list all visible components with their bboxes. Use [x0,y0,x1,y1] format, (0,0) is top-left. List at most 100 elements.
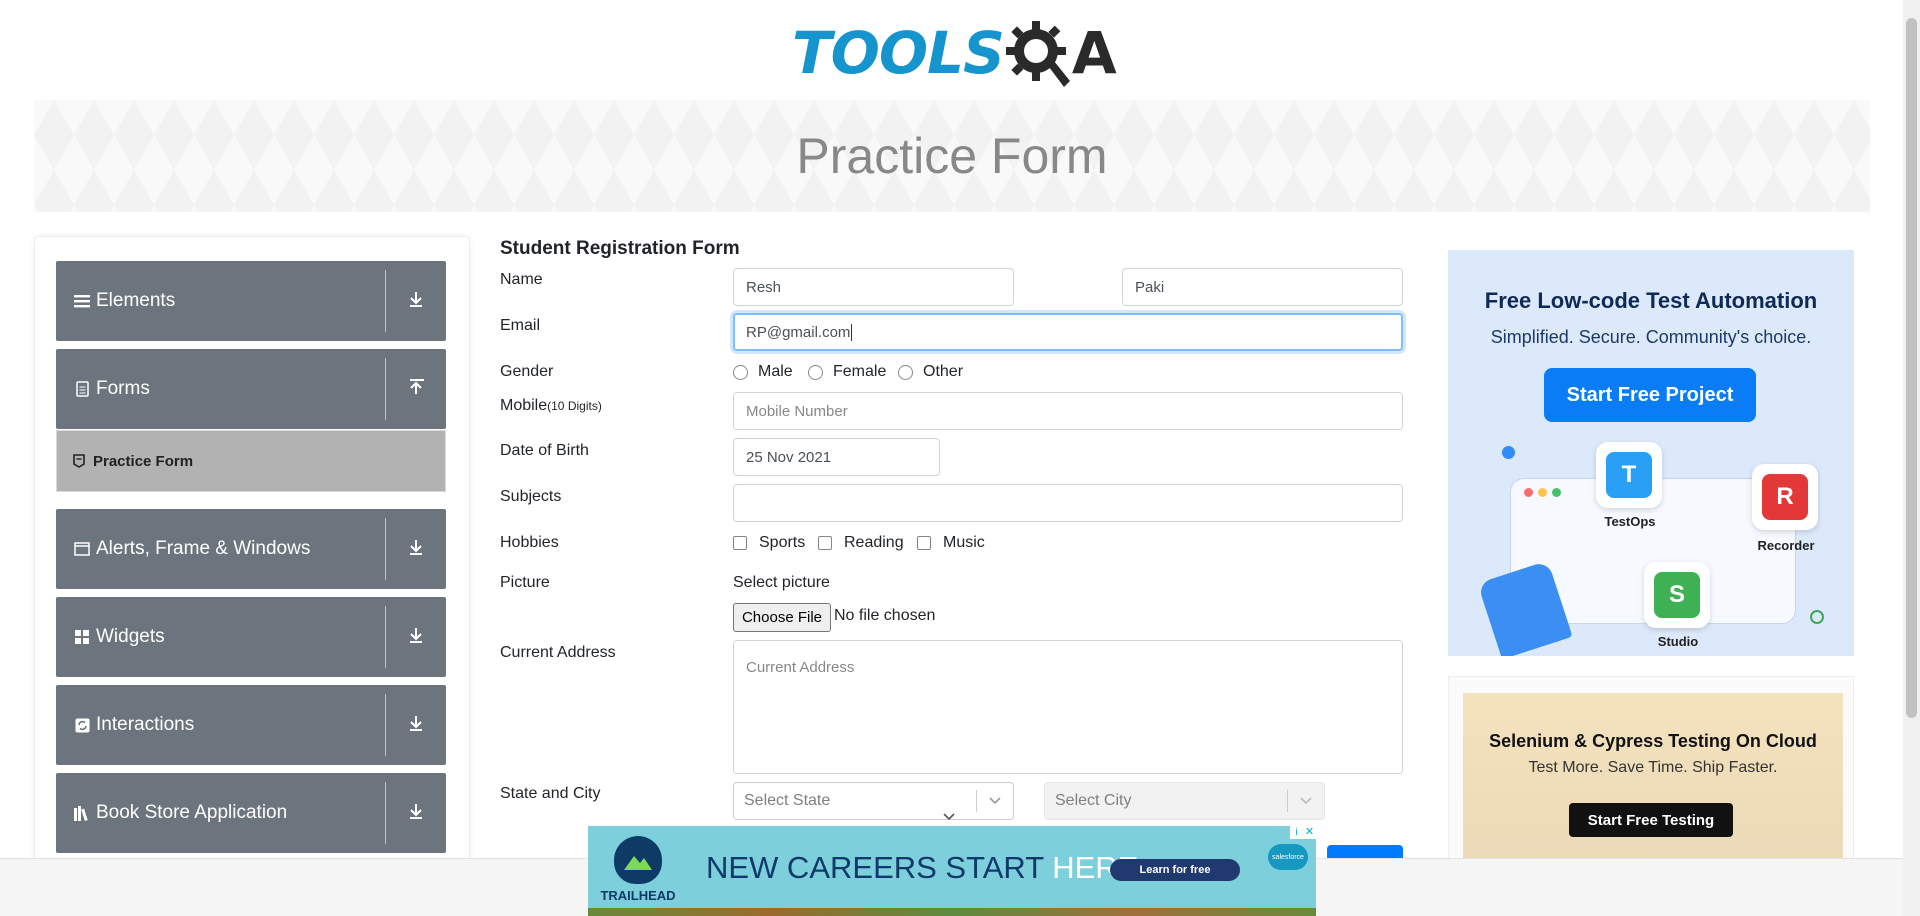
download-arrow-icon[interactable] [386,290,446,313]
testops-icon: T [1606,452,1652,498]
text-cursor [851,323,853,341]
gender-radio-male[interactable]: Male [733,363,793,381]
form-icon [71,453,87,469]
logo-tools-text: TOOLS [792,19,1005,87]
sidebar-group-label: Elements [96,290,176,311]
hobbies-label: Hobbies [500,534,559,551]
hobby-checkbox-reading[interactable]: Reading [818,534,904,552]
sidebar-item-label: Practice Form [93,452,194,470]
radio-label: Male [758,363,793,380]
checkbox-box[interactable] [818,536,832,550]
state-select[interactable]: Select State [733,782,1014,820]
start-free-testing-button[interactable]: Start Free Testing [1569,803,1733,837]
picture-label: Picture [500,574,550,591]
testops-label: TestOps [1604,514,1656,529]
divider [385,358,386,420]
email-input[interactable]: RP@gmail.com [733,313,1403,351]
scrollbar-thumb[interactable] [1906,18,1917,718]
refresh-icon [72,718,92,733]
current-address-label: Current Address [500,644,616,661]
sidebar-group-label: Book Store Application [96,802,288,823]
sidebar-group-forms[interactable]: Forms [56,349,446,429]
checkbox-label: Music [943,534,985,551]
download-arrow-icon[interactable] [386,714,446,737]
mountain-icon [624,856,652,870]
hobby-checkbox-sports[interactable]: Sports [733,534,805,552]
state-select-value: Select State [744,792,831,809]
download-arrow-icon[interactable] [386,626,446,649]
ad-info-icon[interactable]: i [1290,826,1303,839]
radio-circle[interactable] [808,364,823,380]
chevron-down-icon[interactable] [1288,794,1324,808]
chevron-down-icon[interactable] [977,794,1013,808]
recorder-icon: R [1762,474,1808,520]
checkbox-label: Reading [844,534,904,551]
toolsqa-logo[interactable]: TOOLS A [792,14,1117,92]
sidebar-item-practice-form[interactable]: Practice Form [56,430,446,492]
sidebar-group-widgets[interactable]: Widgets [56,597,446,677]
gender-radio-female[interactable]: Female [808,363,886,381]
subjects-input[interactable] [733,484,1403,522]
dob-label: Date of Birth [500,442,589,459]
city-select[interactable]: Select City [1044,782,1325,820]
page-scrollbar[interactable] [1903,0,1920,916]
dob-input[interactable]: 25 Nov 2021 [733,438,940,476]
radio-circle[interactable] [898,364,913,380]
subjects-label: Subjects [500,488,562,505]
ad-close-icon[interactable]: ✕ [1303,826,1316,839]
headline-part-1: NEW CAREERS START [706,850,1053,885]
learn-for-free-button[interactable]: Learn for free [1110,859,1240,881]
start-free-project-button[interactable]: Start Free Project [1544,368,1756,422]
sidebar-group-book-store[interactable]: Book Store Application [56,773,446,853]
studio-label: Studio [1657,634,1699,649]
last-name-input[interactable]: Paki [1122,268,1403,306]
books-icon [72,805,92,821]
mobile-input[interactable]: Mobile Number [733,392,1403,430]
sidebar-group-interactions[interactable]: Interactions [56,685,446,765]
first-name-input[interactable]: Resh [733,268,1014,306]
ad-green-ring [1810,610,1824,624]
bottom-ad-trailhead[interactable]: TRAILHEAD NEW CAREERS START HERE. Learn … [588,826,1316,916]
choose-file-button[interactable]: Choose File [733,603,831,632]
divider [385,694,386,756]
sidebar-group-label: Forms [96,378,150,399]
sidebar-group-alerts[interactable]: Alerts, Frame & Windows [56,509,446,589]
trailhead-brand: TRAILHEAD [600,888,676,903]
radio-circle[interactable] [733,364,748,380]
download-arrow-icon[interactable] [386,802,446,825]
city-select-value: Select City [1055,792,1132,809]
divider [385,606,386,668]
hamburger-icon [72,294,92,308]
sidebar-group-label: Alerts, Frame & Windows [96,538,311,559]
recorder-label: Recorder [1757,538,1815,553]
ad2-subtitle: Test More. Save Time. Ship Faster. [1528,759,1778,776]
sidebar-group-elements[interactable]: Elements [56,261,446,341]
gear-q-icon [1005,21,1070,87]
radio-label: Other [923,363,964,380]
radio-label: Female [833,363,887,380]
checkbox-box[interactable] [733,536,747,550]
right-ad-low-code[interactable]: Free Low-code Test Automation Simplified… [1448,250,1854,656]
submit-button[interactable] [1327,845,1403,859]
current-address-textarea[interactable]: Current Address [733,640,1403,774]
ad-blue-dot [1502,446,1515,459]
checkbox-box[interactable] [917,536,931,550]
download-arrow-icon[interactable] [386,538,446,561]
grid-icon [72,629,92,645]
upload-arrow-icon[interactable] [386,378,446,401]
ad-subtitle: Simplified. Secure. Community's choice. [1490,327,1812,347]
salesforce-logo: salesforce [1268,844,1308,870]
logo-a-letter: A [1071,19,1117,87]
divider [385,270,386,332]
checkbox-label: Sports [759,534,806,551]
state-city-label: State and City [500,785,601,802]
ad-title: Free Low-code Test Automation [1484,288,1818,313]
email-value: RP@gmail.com [746,323,851,341]
hobby-checkbox-music[interactable]: Music [917,534,985,552]
form-title: Student Registration Form [500,238,740,259]
logo-qa-text: A [1004,17,1117,89]
mobile-hint: (10 Digits) [547,399,602,413]
page-title: Practice Form [796,128,1108,184]
gender-radio-other[interactable]: Other [898,363,963,381]
studio-card: S [1644,562,1710,628]
